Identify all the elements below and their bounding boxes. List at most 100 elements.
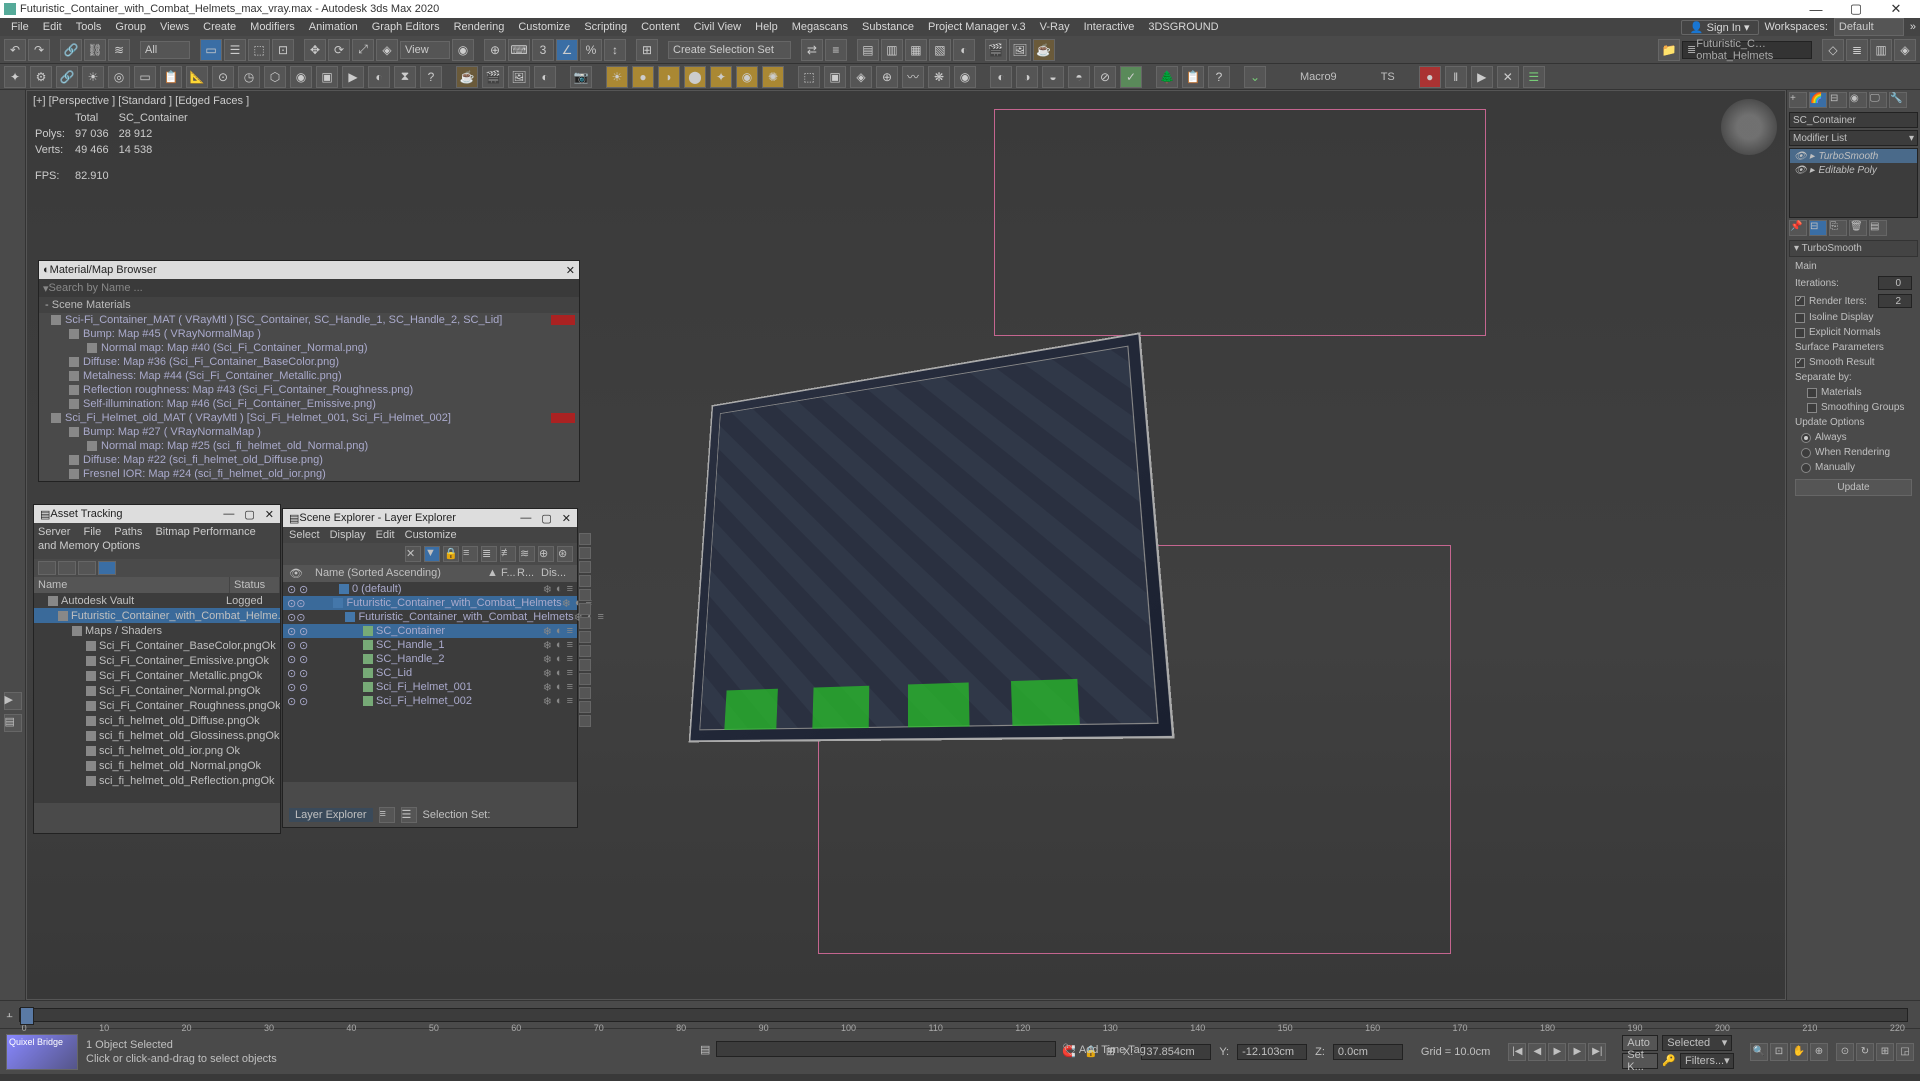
nav-icon[interactable]: ↻	[1856, 1043, 1874, 1061]
menu-scripting[interactable]: Scripting	[577, 21, 634, 33]
tb2-icon[interactable]: ⚙	[30, 66, 52, 88]
se-col-r[interactable]: R...	[517, 567, 541, 580]
se-footer-icon[interactable]: ☰	[401, 807, 417, 823]
scene-open-icon[interactable]: 📁	[1658, 39, 1680, 61]
mirror-icon[interactable]: ⇄	[801, 39, 823, 61]
asset-row[interactable]: Sci_Fi_Container_Normal.pngOk	[34, 683, 280, 698]
vray-light-icon[interactable]: ◗	[658, 66, 680, 88]
render-setup-icon[interactable]: 🎬	[985, 39, 1007, 61]
scene-materials-group[interactable]: - Scene Materials	[39, 297, 579, 313]
tb2-icon[interactable]: 🌲	[1156, 66, 1178, 88]
macro-label[interactable]: Macro9	[1280, 71, 1357, 83]
at-tb-icon[interactable]	[98, 561, 116, 575]
vray-light-icon[interactable]: ✦	[710, 66, 732, 88]
signin-button[interactable]: 👤 Sign In ▾	[1681, 20, 1759, 35]
menu-edit[interactable]: Edit	[36, 21, 69, 33]
y-field[interactable]: -12.103cm	[1237, 1044, 1307, 1060]
tb2-menu-icon[interactable]: ☰	[1523, 66, 1545, 88]
se-col-f[interactable]: ▲ F...	[487, 567, 517, 580]
tb2-icon[interactable]: ◐	[534, 66, 556, 88]
tb2-icon[interactable]: ◷	[238, 66, 260, 88]
se-tb-icon[interactable]: ≋	[519, 546, 535, 562]
se-side-icon[interactable]	[579, 631, 591, 643]
goto-start-icon[interactable]: |◀	[1508, 1043, 1526, 1061]
tb2-icon[interactable]: ◎	[108, 66, 130, 88]
create-tab-icon[interactable]: +	[1789, 92, 1807, 108]
at-col-name[interactable]: Name	[34, 577, 230, 593]
manip-icon[interactable]: ⊕	[484, 39, 506, 61]
next-frame-icon[interactable]: ▶	[1568, 1043, 1586, 1061]
vray-teapot-icon[interactable]: ☕	[456, 66, 478, 88]
se-side-icon[interactable]	[579, 561, 591, 573]
utilities-tab-icon[interactable]: 🔧	[1889, 92, 1907, 108]
mat-editor-icon[interactable]: ◐	[953, 39, 975, 61]
x-field[interactable]: 37.854cm	[1141, 1044, 1211, 1060]
se-menu-item[interactable]: Customize	[405, 529, 457, 541]
rollout-turbosmooth[interactable]: ▾ TurboSmooth	[1789, 240, 1918, 257]
scene-node[interactable]: ⊙⊙SC_Container❄◐≡	[283, 624, 577, 638]
selection-filter-dropdown[interactable]: All	[140, 41, 190, 59]
menu-graph-editors[interactable]: Graph Editors	[365, 21, 447, 33]
object-name-field[interactable]: SC_Container	[1789, 112, 1918, 128]
update-button[interactable]: Update	[1795, 479, 1912, 496]
nav-icon[interactable]: ⊕	[1810, 1043, 1828, 1061]
tb2-icon[interactable]: ◐	[990, 66, 1012, 88]
se-side-icon[interactable]	[579, 547, 591, 559]
asset-row[interactable]: Sci_Fi_Container_BaseColor.pngOk	[34, 638, 280, 653]
tb2-icon[interactable]: ◐	[368, 66, 390, 88]
isoline-check[interactable]	[1795, 313, 1805, 323]
mmb-item[interactable]: Metalness: Map #44 (Sci_Fi_Container_Met…	[39, 369, 579, 383]
always-radio[interactable]	[1801, 433, 1811, 443]
tb2-icon[interactable]: ◑	[1016, 66, 1038, 88]
prev-frame-icon[interactable]: ◀	[1528, 1043, 1546, 1061]
gutter-script-icon[interactable]: ▤	[4, 714, 22, 732]
undo-icon[interactable]: ↶	[4, 39, 26, 61]
remove-mod-icon[interactable]: 🗑	[1849, 220, 1867, 236]
mmb-item[interactable]: Sci-Fi_Container_MAT ( VRayMtl ) [SC_Con…	[39, 313, 579, 327]
timeline-handle-icon[interactable]: ⫠	[6, 1008, 13, 1021]
close-button[interactable]: ✕	[1876, 1, 1916, 17]
render-icon[interactable]: ☕	[1033, 39, 1055, 61]
mmb-item[interactable]: Self-illumination: Map #46 (Sci_Fi_Conta…	[39, 397, 579, 411]
se-tb-filter-icon[interactable]: ▼	[424, 546, 440, 562]
se-side-icon[interactable]	[579, 617, 591, 629]
layer-explorer-label[interactable]: Layer Explorer	[289, 808, 373, 822]
tb2-close-icon[interactable]: ✕	[1497, 66, 1519, 88]
tb2-icon[interactable]: ?	[420, 66, 442, 88]
tb2-icon[interactable]: ◒	[1042, 66, 1064, 88]
tb2-icon[interactable]: ◈	[850, 66, 872, 88]
se-side-icon[interactable]	[579, 603, 591, 615]
minimize-button[interactable]: —	[1796, 2, 1836, 17]
se-side-icon[interactable]	[579, 687, 591, 699]
quixel-bridge-button[interactable]: Quixel Bridge	[6, 1034, 78, 1070]
menu-group[interactable]: Group	[108, 21, 153, 33]
move-icon[interactable]: ✥	[304, 39, 326, 61]
menu-views[interactable]: Views	[153, 21, 196, 33]
align-icon[interactable]: ≡	[825, 39, 847, 61]
menu-animation[interactable]: Animation	[302, 21, 365, 33]
select-rect-icon[interactable]: ⬚	[248, 39, 270, 61]
keyboard-icon[interactable]: ⌨	[508, 39, 530, 61]
scene-node[interactable]: ⊙⊙SC_Handle_2❄◐≡	[283, 652, 577, 666]
menu-3dsground[interactable]: 3DSGROUND	[1141, 21, 1225, 33]
spinner-snap-icon[interactable]: ↕	[604, 39, 626, 61]
layer-mgr-icon[interactable]: ▤	[857, 39, 879, 61]
asset-row[interactable]: sci_fi_helmet_old_Normal.pngOk	[34, 758, 280, 773]
modifier-list-dropdown[interactable]: Modifier List▾	[1789, 130, 1918, 146]
z-field[interactable]: 0.0cm	[1333, 1044, 1403, 1060]
nav-icon[interactable]: 🔍	[1750, 1043, 1768, 1061]
tb2-icon[interactable]: 📋	[1182, 66, 1204, 88]
at-menu-item[interactable]: Bitmap Performance and Memory Options	[38, 526, 256, 552]
tb2-icon[interactable]: ⊕	[876, 66, 898, 88]
show-end-icon[interactable]: ⊟	[1809, 220, 1827, 236]
at-menu-item[interactable]: Server	[38, 526, 70, 538]
select-object-icon[interactable]: ▭	[200, 39, 222, 61]
vray-light-icon[interactable]: ◉	[736, 66, 758, 88]
display-tab-icon[interactable]: 🖵	[1869, 92, 1887, 108]
se-tb-icon[interactable]: ≣	[481, 546, 497, 562]
asset-row[interactable]: Maps / Shaders	[34, 623, 280, 638]
goto-end-icon[interactable]: ▶|	[1588, 1043, 1606, 1061]
crease-icon[interactable]: ◈	[1894, 39, 1916, 61]
se-menu-item[interactable]: Edit	[376, 529, 395, 541]
gutter-expand-icon[interactable]: ▶	[4, 692, 22, 710]
